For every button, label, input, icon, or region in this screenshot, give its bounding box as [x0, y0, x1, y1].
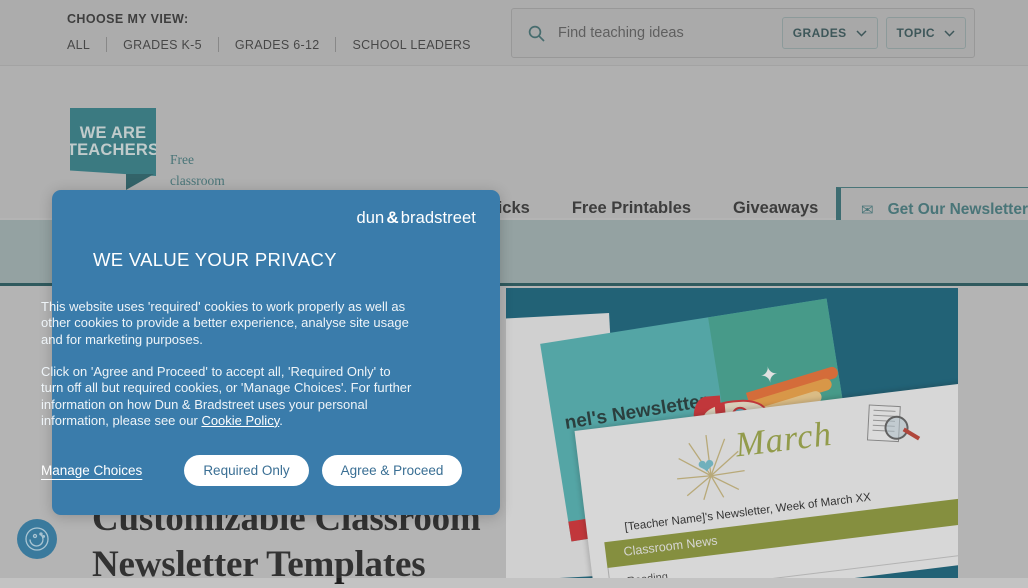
view-link-school-leaders[interactable]: SCHOOL LEADERS: [352, 38, 470, 52]
cookie-policy-link[interactable]: Cookie Policy: [201, 413, 279, 428]
required-only-button[interactable]: Required Only: [184, 455, 309, 486]
envelope-icon: ✉: [861, 201, 874, 219]
dialog-paragraph-2: Click on 'Agree and Proceed' to accept a…: [41, 364, 416, 429]
nav-item-free-printables[interactable]: Free Printables: [572, 199, 691, 218]
search-bar[interactable]: GRADES TOPIC: [511, 8, 975, 58]
view-link-grades-k5[interactable]: GRADES K-5: [123, 38, 202, 52]
hero-image-panel: nel's Newsletter ✦ ❤ March [Teacher Name…: [506, 288, 958, 578]
site-logo[interactable]: WE ARE TEACHERS: [70, 108, 156, 176]
search-icon: [526, 23, 546, 43]
choose-view-label: CHOOSE MY VIEW:: [67, 12, 189, 26]
get-newsletter-label: Get Our Newsletter: [887, 201, 1028, 218]
agree-and-proceed-button[interactable]: Agree & Proceed: [321, 455, 463, 486]
grades-filter-dropdown[interactable]: GRADES: [781, 17, 878, 49]
nav-item-giveaways[interactable]: Giveaways: [733, 199, 818, 218]
chevron-down-icon: [944, 29, 955, 37]
chevron-down-icon: [856, 29, 867, 37]
dialog-paragraph-2-end: .: [279, 412, 283, 428]
divider: [106, 37, 108, 52]
logo-ribbon-tail: [126, 174, 154, 190]
dialog-heading: WE VALUE YOUR PRIVACY: [93, 249, 337, 270]
utility-bar: CHOOSE MY VIEW: ALL GRADES K-5 GRADES 6-…: [0, 0, 1028, 66]
sparkle-icon: ✦: [757, 361, 781, 389]
logo-line-2: TEACHERS: [66, 141, 160, 159]
divider: [607, 567, 614, 578]
view-links: ALL GRADES K-5 GRADES 6-12 SCHOOL LEADER…: [67, 37, 471, 52]
grades-filter-label: GRADES: [792, 26, 847, 40]
heart-icon: ❤: [696, 455, 716, 480]
manage-choices-link[interactable]: Manage Choices: [41, 463, 142, 478]
divider: [335, 37, 337, 52]
topic-filter-label: TOPIC: [896, 26, 935, 40]
dun-bradstreet-logo: dun & bradstreet: [356, 208, 476, 228]
accessibility-button[interactable]: [17, 519, 57, 559]
view-link-all[interactable]: ALL: [67, 38, 90, 52]
divider: [217, 37, 219, 52]
search-input[interactable]: [556, 24, 782, 42]
classroom-news-label: Classroom News: [622, 533, 719, 559]
dialog-actions: Manage Choices Required Only Agree & Pro…: [41, 455, 475, 486]
view-link-grades-612[interactable]: GRADES 6-12: [235, 38, 320, 52]
brand-part-2: bradstreet: [400, 209, 476, 227]
brand-part-1: dun: [356, 209, 385, 227]
brand-ampersand: &: [386, 208, 399, 227]
march-title: March: [733, 413, 835, 465]
reading-label: Reading: [627, 571, 669, 578]
logo-line-1: WE ARE: [79, 124, 147, 143]
accessibility-icon: [25, 527, 49, 551]
topic-filter-dropdown[interactable]: TOPIC: [885, 17, 966, 49]
dialog-paragraph-1: This website uses 'required' cookies to …: [41, 299, 409, 347]
